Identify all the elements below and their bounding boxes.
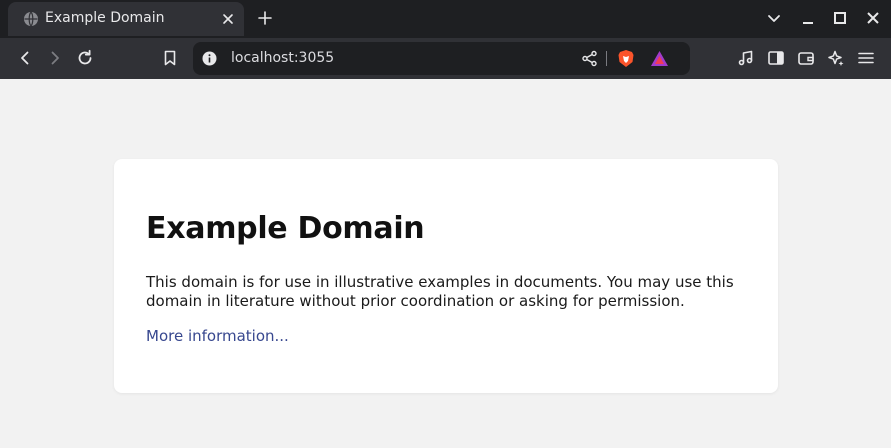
share-icon[interactable] xyxy=(581,50,598,67)
active-tab[interactable]: Example Domain xyxy=(8,2,244,36)
leo-ai-icon[interactable] xyxy=(827,49,845,67)
content-card: Example Domain This domain is for use in… xyxy=(114,159,778,393)
navigation-toolbar: localhost:3055 xyxy=(0,38,891,79)
brave-rewards-icon[interactable] xyxy=(650,50,669,67)
description-paragraph: This domain is for use in illustrative e… xyxy=(146,273,734,310)
wallet-icon[interactable] xyxy=(797,49,815,67)
site-info-icon[interactable] xyxy=(202,51,217,66)
close-window-icon[interactable] xyxy=(865,10,881,26)
minimize-icon[interactable] xyxy=(800,10,816,26)
url-text[interactable]: localhost:3055 xyxy=(231,50,334,66)
address-bar[interactable]: localhost:3055 xyxy=(193,42,690,75)
bookmark-icon[interactable] xyxy=(161,49,179,67)
brave-shields-icon[interactable] xyxy=(617,49,635,68)
divider xyxy=(606,51,607,66)
tab-title: Example Domain xyxy=(45,10,165,26)
tab-strip: Example Domain xyxy=(0,0,891,38)
new-tab-icon[interactable] xyxy=(257,10,273,26)
chevron-down-icon[interactable] xyxy=(766,10,782,26)
forward-icon[interactable] xyxy=(46,49,64,67)
media-icon[interactable] xyxy=(737,49,755,67)
sidebar-icon[interactable] xyxy=(767,49,785,67)
menu-icon[interactable] xyxy=(857,49,875,67)
more-information-link[interactable]: More information... xyxy=(146,327,289,345)
close-tab-icon[interactable] xyxy=(221,12,235,26)
reload-icon[interactable] xyxy=(76,49,94,67)
page-viewport: Example Domain This domain is for use in… xyxy=(0,79,891,448)
globe-icon xyxy=(24,11,38,27)
maximize-icon[interactable] xyxy=(832,10,848,26)
back-icon[interactable] xyxy=(16,49,34,67)
page-heading: Example Domain xyxy=(146,211,425,246)
